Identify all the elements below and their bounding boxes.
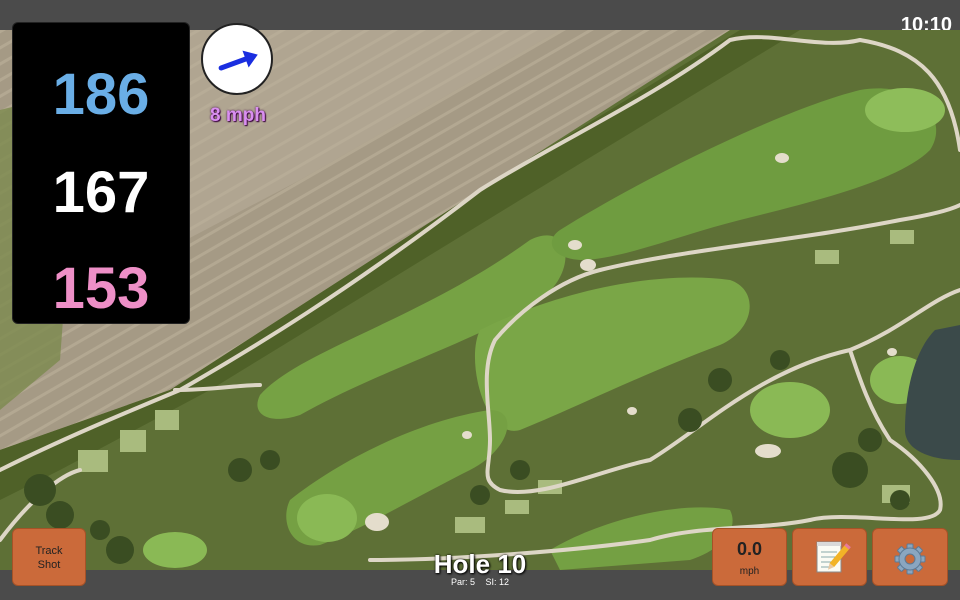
- notes-button[interactable]: [792, 528, 867, 586]
- track-shot-label-line1: Track: [35, 545, 63, 557]
- hole-stroke-index: SI: 12: [485, 577, 510, 587]
- wind-speed: 8 mph: [210, 105, 266, 126]
- settings-button[interactable]: [872, 528, 948, 586]
- speed-value: 0.0: [736, 539, 763, 559]
- track-shot-label-line2: Shot: [37, 559, 61, 571]
- notepad-icon: [816, 541, 851, 573]
- yardage-panel: 186 167 153: [12, 22, 190, 324]
- front-yardage: 153: [52, 256, 150, 321]
- middle-yardage: 167: [52, 160, 150, 225]
- back-yardage: 186: [52, 62, 150, 127]
- hole-title: Hole 10: [433, 549, 527, 579]
- gear-icon: [894, 543, 926, 575]
- hole-par: Par: 5: [450, 577, 475, 587]
- track-shot-button[interactable]: Track Shot: [12, 528, 86, 586]
- wind-indicator: [201, 23, 273, 95]
- wind-arrow-icon: [218, 50, 258, 71]
- hole-info: Par: 5 SI: 12: [380, 577, 580, 587]
- speed-unit: mph: [739, 566, 760, 577]
- speed-button[interactable]: 0.0 mph: [712, 528, 787, 586]
